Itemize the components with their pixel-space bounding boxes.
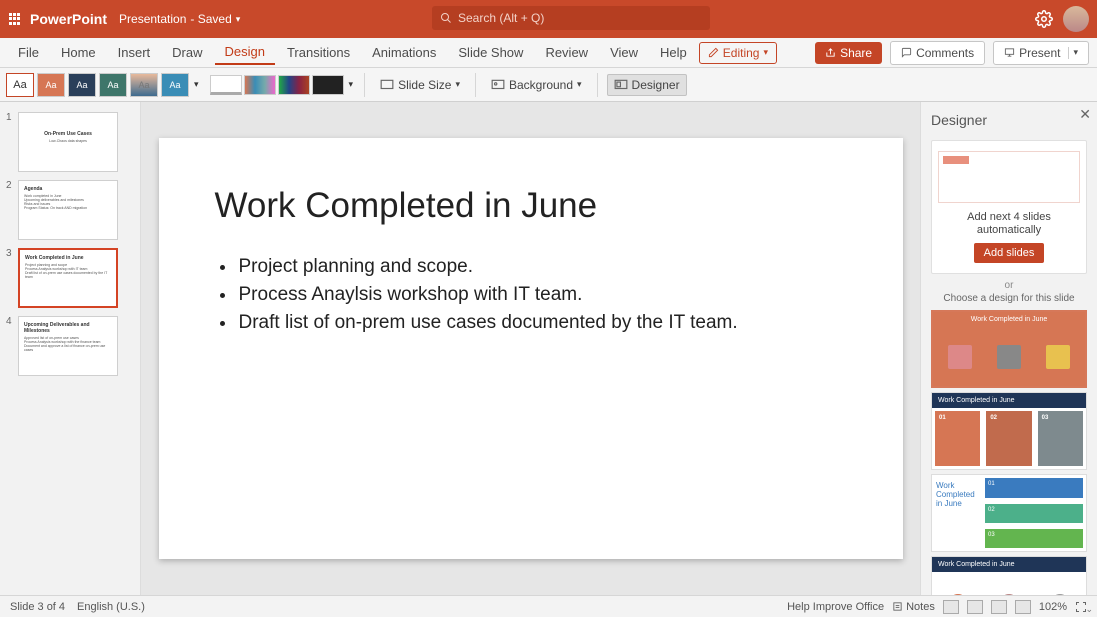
app-name: PowerPoint — [30, 11, 107, 27]
theme-swatch[interactable]: Aa — [99, 73, 127, 97]
design-option[interactable]: Work Completed in June010203 — [931, 474, 1087, 552]
thumbnail-item[interactable]: 3 Work Completed in JuneProject planning… — [0, 244, 140, 312]
theme-swatch[interactable]: Aa — [161, 73, 189, 97]
tab-draw[interactable]: Draw — [162, 41, 212, 64]
share-button[interactable]: Share — [815, 42, 882, 64]
share-label: Share — [840, 46, 872, 60]
ribbon-design-content: Aa Aa Aa Aa Aa Aa ▾ ▾ Slide Size ▾ Backg… — [0, 68, 1097, 102]
present-button[interactable]: Present ▾ — [993, 41, 1089, 65]
slide-size-label: Slide Size — [398, 78, 451, 92]
tab-review[interactable]: Review — [535, 41, 598, 64]
bullet-item[interactable]: Project planning and scope. — [237, 256, 847, 278]
design-option[interactable]: Work Completed in June010203 — [931, 392, 1087, 470]
theme-swatch[interactable]: Aa — [6, 73, 34, 97]
status-bar: Slide 3 of 4 English (U.S.) Help Improve… — [0, 595, 1097, 617]
search-icon — [440, 12, 452, 24]
zoom-level[interactable]: 102% — [1039, 601, 1067, 613]
designer-label: Designer — [632, 78, 680, 92]
designer-button[interactable]: Designer — [607, 74, 687, 96]
tab-help[interactable]: Help — [650, 41, 697, 64]
ribbon-tabs: File Home Insert Draw Design Transitions… — [0, 38, 1097, 68]
tab-insert[interactable]: Insert — [108, 41, 161, 64]
thumb-num: 2 — [6, 180, 18, 240]
gear-icon[interactable] — [1035, 10, 1053, 28]
chevron-down-icon[interactable]: ▾ — [1073, 47, 1078, 58]
close-icon[interactable]: ✕ — [1079, 106, 1091, 123]
choose-design-label: Choose a design for this slide — [921, 293, 1097, 304]
thumb-num: 1 — [6, 112, 18, 172]
or-label: or — [921, 280, 1097, 291]
thumbnail-item[interactable]: 1 On-Prem Use CasesLow-Chaos data shapes — [0, 108, 140, 176]
variant-swatch[interactable] — [210, 75, 242, 95]
tab-home[interactable]: Home — [51, 41, 106, 64]
present-label: Present — [1019, 46, 1060, 60]
add-slides-button[interactable]: Add slides — [974, 243, 1045, 263]
search-input[interactable] — [458, 11, 702, 25]
chevron-down-icon: ▾ — [763, 47, 768, 58]
editing-mode-button[interactable]: Editing ▾ — [699, 42, 777, 64]
slide-size-button[interactable]: Slide Size ▾ — [374, 75, 466, 95]
chevron-down-icon[interactable]: ▾ — [236, 14, 241, 25]
tab-animations[interactable]: Animations — [362, 41, 446, 64]
thumb-num: 3 — [6, 248, 18, 308]
designer-pane: Designer ✕ Add next 4 slides automatical… — [920, 102, 1097, 595]
thumbnail-pane: 1 On-Prem Use CasesLow-Chaos data shapes… — [0, 102, 141, 595]
variant-swatch[interactable] — [244, 75, 276, 95]
tab-slideshow[interactable]: Slide Show — [448, 41, 533, 64]
design-option[interactable]: Work Completed in June123 — [931, 556, 1087, 595]
background-label: Background — [509, 78, 573, 92]
variants-more-icon[interactable]: ▾ — [347, 77, 356, 92]
tab-design[interactable]: Design — [215, 40, 275, 65]
tab-view[interactable]: View — [600, 41, 648, 64]
app-launcher-icon[interactable] — [8, 12, 22, 26]
bullet-item[interactable]: Draft list of on-prem use cases document… — [237, 312, 847, 334]
search-box[interactable] — [432, 6, 710, 30]
notes-button[interactable]: Notes — [892, 601, 935, 613]
slide-canvas[interactable]: Work Completed in June Project planning … — [159, 138, 903, 559]
avatar[interactable] — [1063, 6, 1089, 32]
language-label[interactable]: English (U.S.) — [77, 601, 145, 613]
thumb-num: 4 — [6, 316, 18, 376]
designer-pane-title: Designer — [921, 106, 1097, 134]
variant-swatch[interactable] — [278, 75, 310, 95]
designer-add-msg: Add next 4 slides automatically — [938, 211, 1080, 237]
thumbnail-item[interactable]: 4 Upcoming Deliverables and MilestonesAp… — [0, 312, 140, 380]
comments-button[interactable]: Comments — [890, 41, 985, 65]
slide-counter[interactable]: Slide 3 of 4 — [10, 601, 65, 613]
saved-label: - Saved — [190, 12, 231, 26]
theme-swatch[interactable]: Aa — [130, 73, 158, 97]
reading-view-icon[interactable] — [991, 600, 1007, 614]
title-bar: PowerPoint Presentation - Saved ▾ — [0, 0, 1097, 38]
slide-body[interactable]: Project planning and scope. Process Anay… — [215, 256, 847, 334]
doc-title[interactable]: Presentation — [119, 12, 186, 26]
editing-label: Editing — [723, 46, 760, 60]
designer-add-card: Add next 4 slides automatically Add slid… — [931, 140, 1087, 274]
slideshow-view-icon[interactable] — [1015, 600, 1031, 614]
ribbon-collapse-icon[interactable]: ⌄ — [1085, 604, 1093, 615]
help-improve-link[interactable]: Help Improve Office — [787, 601, 884, 613]
bullet-item[interactable]: Process Anaylsis workshop with IT team. — [237, 284, 847, 306]
themes-more-icon[interactable]: ▾ — [192, 77, 201, 92]
tab-file[interactable]: File — [8, 41, 49, 64]
theme-swatch[interactable]: Aa — [37, 73, 65, 97]
thumbnail-item[interactable]: 2 AgendaWork completed in June Upcoming … — [0, 176, 140, 244]
tab-transitions[interactable]: Transitions — [277, 41, 360, 64]
background-button[interactable]: Background ▾ — [485, 75, 588, 95]
comments-label: Comments — [916, 46, 974, 60]
design-option[interactable]: Work Completed in June — [931, 310, 1087, 388]
slide-editor[interactable]: Work Completed in June Project planning … — [141, 102, 920, 595]
theme-swatch[interactable]: Aa — [68, 73, 96, 97]
slide-title[interactable]: Work Completed in June — [215, 186, 847, 226]
designer-add-preview — [938, 151, 1080, 203]
variant-swatch[interactable] — [312, 75, 344, 95]
normal-view-icon[interactable] — [943, 600, 959, 614]
sorter-view-icon[interactable] — [967, 600, 983, 614]
